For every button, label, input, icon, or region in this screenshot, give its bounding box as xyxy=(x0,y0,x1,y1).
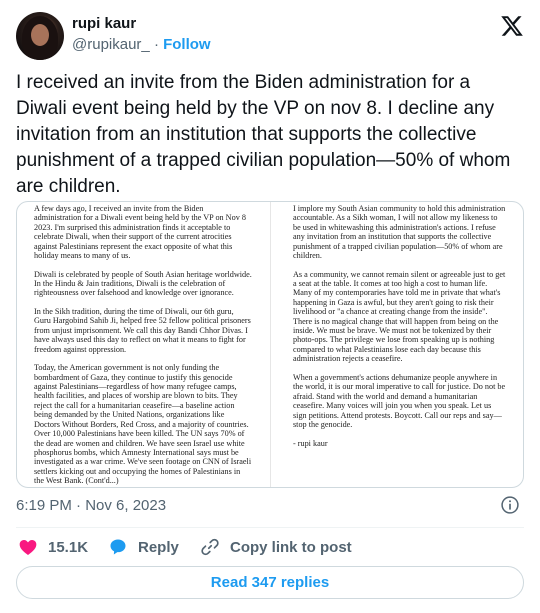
right-paragraph: When a government's actions dehumanize p… xyxy=(293,372,506,429)
link-icon xyxy=(201,538,219,556)
statement-page-right: I implore my South Asian community to ho… xyxy=(271,202,523,487)
reply-button[interactable]: Reply xyxy=(108,535,179,559)
copy-link-button[interactable]: Copy link to post xyxy=(200,535,352,559)
tweet-header: rupi kaur @rupikaur_ · Follow xyxy=(16,12,524,60)
follow-button[interactable]: Follow xyxy=(163,36,211,53)
reply-label: Reply xyxy=(138,538,179,556)
left-paragraph: In the Sikh tradition, during the time o… xyxy=(34,307,251,354)
heart-icon xyxy=(19,540,37,555)
tweet-media-image[interactable]: A few days ago, I received an invite fro… xyxy=(16,201,524,488)
action-bar: 15.1K Reply Copy link to post xyxy=(16,535,524,559)
read-replies-button[interactable]: Read 347 replies xyxy=(16,566,524,599)
post-timestamp[interactable]: 6:19 PM · Nov 6, 2023 xyxy=(16,497,166,514)
signature: - rupi kaur xyxy=(293,438,328,448)
author-name[interactable]: rupi kaur xyxy=(72,15,136,32)
author-handle[interactable]: @rupikaur_ xyxy=(72,36,150,53)
author-avatar[interactable] xyxy=(16,12,64,60)
info-icon[interactable] xyxy=(500,495,520,515)
reply-bubble-icon xyxy=(110,539,126,555)
left-paragraph: Diwali is celebrated by people of South … xyxy=(34,269,252,298)
divider xyxy=(16,527,524,528)
handle-separator: · xyxy=(153,36,159,53)
like-button[interactable]: 15.1K xyxy=(18,535,88,559)
left-paragraph: A few days ago, I received an invite fro… xyxy=(34,204,246,261)
x-logo-icon[interactable] xyxy=(500,14,524,38)
right-paragraph: As a community, we cannot remain silent … xyxy=(293,269,506,364)
copy-link-label: Copy link to post xyxy=(230,538,352,556)
like-count: 15.1K xyxy=(48,538,89,556)
right-paragraph: I implore my South Asian community to ho… xyxy=(293,204,506,261)
statement-page-left: A few days ago, I received an invite fro… xyxy=(17,202,270,487)
left-paragraph: Today, the American government is not on… xyxy=(34,363,252,486)
tweet-text: I received an invite from the Biden admi… xyxy=(16,72,511,197)
author-handle-row: @rupikaur_ · Follow xyxy=(72,36,211,53)
avatar-face xyxy=(31,24,49,46)
